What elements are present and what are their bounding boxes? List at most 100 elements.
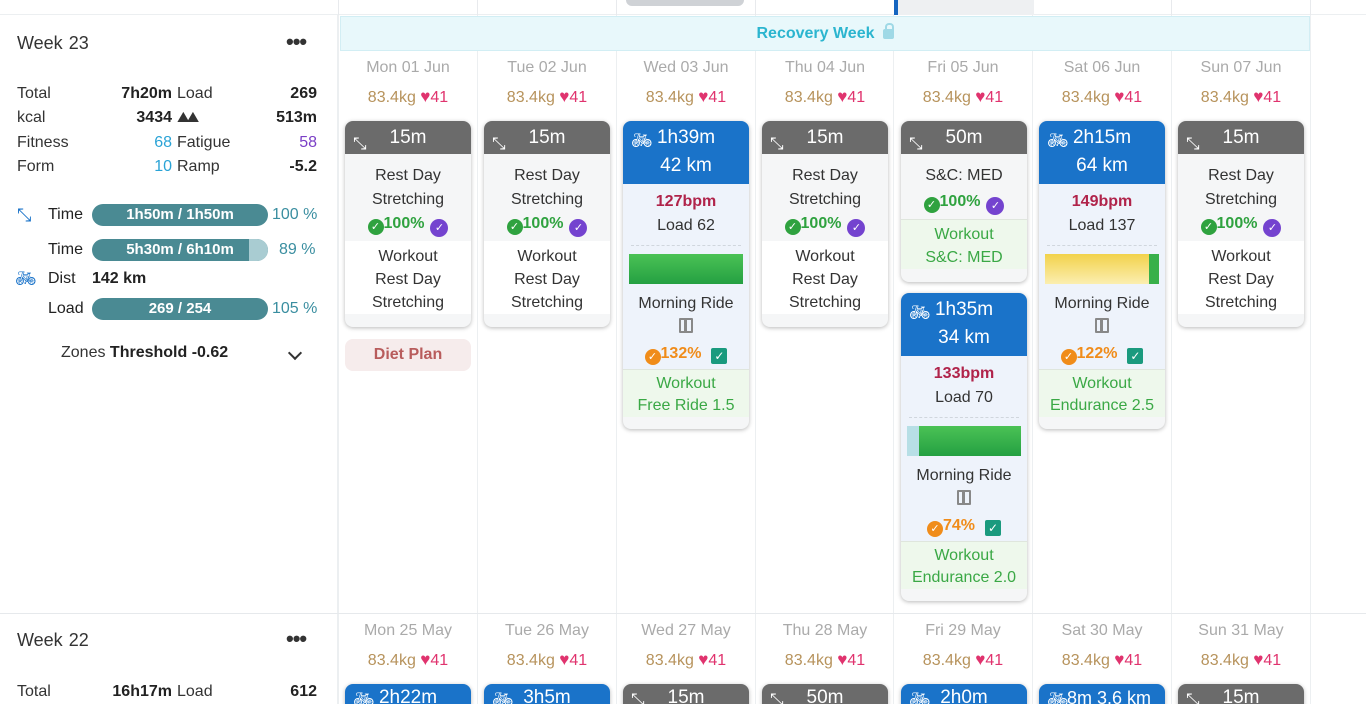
target-ride-time[interactable]: Time 5h30m / 6h10m 89 % <box>17 238 337 262</box>
target-stretch-time[interactable]: ⤡ Time 1h50m / 1h50m 100 % <box>17 203 337 227</box>
wellness-row[interactable]: 83.4kg ♥41 <box>478 650 616 670</box>
wellness-row[interactable]: 83.4kg ♥41 <box>617 87 755 107</box>
wellness-row[interactable]: 83.4kg ♥41 <box>1033 87 1171 107</box>
chevron-down-icon[interactable] <box>287 345 303 361</box>
activity-card-ride[interactable]: 🚲︎ 2h15m 64 km 149bpm Load 137 Morning Rid… <box>1039 121 1165 429</box>
check-circle-icon: ✓ <box>1200 219 1217 235</box>
heart-icon: ♥ <box>975 87 986 106</box>
day-header[interactable]: Fri 29 May <box>894 622 1032 640</box>
zone-chart <box>1045 254 1159 284</box>
day-header[interactable]: Wed 03 Jun <box>617 59 755 77</box>
stretching-icon: ⤡ <box>492 134 506 153</box>
checkbox-icon[interactable]: ✓ <box>1127 348 1144 364</box>
check-circle-icon: ✓ <box>367 219 384 235</box>
checkbox-icon[interactable]: ✓ <box>985 520 1002 536</box>
wellness-row[interactable]: 83.4kg ♥41 <box>1172 87 1310 107</box>
day-header[interactable]: Sun 07 Jun <box>1172 59 1310 77</box>
day-header[interactable]: Tue 26 May <box>478 622 616 640</box>
week-title: Week 22 <box>17 630 89 650</box>
bike-icon: 🚲︎ <box>353 690 375 704</box>
activity-card-strength[interactable]: ⤡ 50m S&C: MED ✓ 100% ✓ Workout S&C: MED <box>901 121 1027 282</box>
stat-row-total: Total 7h20m Load 269 <box>17 85 317 102</box>
stretching-icon: ⤡ <box>770 690 784 704</box>
day-header[interactable]: Mon 01 Jun <box>339 59 477 77</box>
day-header[interactable]: Sat 30 May <box>1033 622 1171 640</box>
more-options-icon[interactable]: ••• <box>286 626 307 652</box>
activity-card-ride[interactable]: 🚲︎ 3h5m <box>484 684 610 704</box>
bike-icon: 🚲︎ <box>1047 131 1069 150</box>
diet-plan-note[interactable]: Diet Plan <box>345 339 471 371</box>
bike-icon: 🚲︎ <box>492 690 514 704</box>
heart-icon: ♥ <box>559 87 570 106</box>
wellness-row[interactable]: 83.4kg ♥41 <box>339 650 477 670</box>
day-header[interactable]: Mon 25 May <box>339 622 477 640</box>
target-load[interactable]: Load 269 / 254 105 % <box>17 297 337 321</box>
activity-card-stretching[interactable]: ⤡ 15m Rest Day Stretching ✓ 100% ✓ Workout Re… <box>762 121 888 327</box>
stat-row-fitness: Fitness 68 Fatigue 58 <box>17 134 317 151</box>
elevation-icon: ⛰⛰ <box>177 109 199 126</box>
activity-card-stretching[interactable]: ⤡ 15m Rest Day Stretching ✓ 100% ✓ Workout Re… <box>484 121 610 327</box>
map-icon[interactable] <box>1095 318 1109 333</box>
heart-icon: ♥ <box>837 87 848 106</box>
zones-summary[interactable]: Zones Threshold -0.62 <box>61 344 228 362</box>
wellness-row[interactable]: 83.4kg ♥41 <box>339 87 477 107</box>
map-icon[interactable] <box>957 490 971 505</box>
check-circle-icon: ✓ <box>926 521 943 537</box>
check-circle-icon: ✓ <box>1060 349 1077 365</box>
heart-icon: ♥ <box>1253 650 1264 669</box>
wellness-row[interactable]: 83.4kg ♥41 <box>756 87 894 107</box>
progress-bar: 269 / 254 <box>92 298 268 320</box>
check-circle-icon: ✓ <box>506 219 523 235</box>
wellness-row[interactable]: 83.4kg ♥41 <box>756 650 894 670</box>
stat-row-form: Form 10 Ramp -5.2 <box>17 158 317 175</box>
selected-day-highlight <box>898 0 1034 15</box>
map-icon[interactable] <box>679 318 693 333</box>
verified-badge-icon: ✓ <box>986 197 1005 215</box>
wellness-row[interactable]: 83.4kg ♥41 <box>1172 650 1310 670</box>
activity-card-ride[interactable]: 🚲︎ 2h22m <box>345 684 471 704</box>
target-distance[interactable]: 🚲︎ Dist 142 km <box>15 267 337 291</box>
day-header[interactable]: Tue 02 Jun <box>478 59 616 77</box>
check-circle-icon: ✓ <box>644 349 661 365</box>
activity-card-stretching[interactable]: ⤡ 15m Rest Day Stretching ✓ 100% ✓ Workout Re… <box>1178 121 1304 327</box>
bike-icon: 🚲︎ <box>909 690 931 704</box>
bike-icon: 🚲︎ <box>15 269 37 288</box>
checkbox-icon[interactable]: ✓ <box>711 348 728 364</box>
activity-card-ride[interactable]: 🚲︎ 2h0m <box>901 684 1027 704</box>
activity-card-ride[interactable]: 🚲︎ 8m 3.6 km <box>1039 684 1165 704</box>
activity-card-stretching[interactable]: ⤡ 15m <box>623 684 749 704</box>
previous-week-card-edge <box>626 0 744 6</box>
activity-card-stretching[interactable]: ⤡ 50m <box>762 684 888 704</box>
stretching-icon: ⤡ <box>770 134 784 153</box>
verified-badge-icon: ✓ <box>1263 219 1282 237</box>
day-header[interactable]: Thu 04 Jun <box>756 59 894 77</box>
day-header[interactable]: Thu 28 May <box>756 622 894 640</box>
progress-bar: 5h30m / 6h10m <box>92 239 268 261</box>
check-circle-icon: ✓ <box>784 219 801 235</box>
stretching-icon: ⤡ <box>631 690 645 704</box>
activity-card-stretching[interactable]: ⤡ 15m Rest Day Stretching ✓ 100% ✓ Workout Re… <box>345 121 471 327</box>
heart-icon: ♥ <box>698 650 709 669</box>
day-header[interactable]: Fri 05 Jun <box>894 59 1032 77</box>
lock-icon <box>882 23 894 39</box>
heart-icon: ♥ <box>420 87 431 106</box>
activity-card-ride[interactable]: 🚲︎ 1h35m 34 km 133bpm Load 70 Morning Ride… <box>901 293 1027 601</box>
wellness-row[interactable]: 83.4kg ♥41 <box>1033 650 1171 670</box>
more-options-icon[interactable]: ••• <box>286 29 307 55</box>
day-header[interactable]: Sun 31 May <box>1172 622 1310 640</box>
day-header[interactable]: Wed 27 May <box>617 622 755 640</box>
wellness-row[interactable]: 83.4kg ♥41 <box>617 650 755 670</box>
activity-card-ride[interactable]: 🚲︎ 1h39m 42 km 127bpm Load 62 Morning Ride… <box>623 121 749 429</box>
wellness-row[interactable]: 83.4kg ♥41 <box>894 650 1032 670</box>
zone-chart <box>907 426 1021 456</box>
bike-icon: 🚲︎ <box>1047 690 1069 704</box>
activity-card-stretching[interactable]: ⤡ 15m <box>1178 684 1304 704</box>
verified-badge-icon: ✓ <box>430 219 449 237</box>
wellness-row[interactable]: 83.4kg ♥41 <box>478 87 616 107</box>
heart-icon: ♥ <box>1114 87 1125 106</box>
bike-icon: 🚲︎ <box>631 131 653 150</box>
wellness-row[interactable]: 83.4kg ♥41 <box>894 87 1032 107</box>
heart-icon: ♥ <box>975 650 986 669</box>
verified-badge-icon: ✓ <box>847 219 866 237</box>
day-header[interactable]: Sat 06 Jun <box>1033 59 1171 77</box>
